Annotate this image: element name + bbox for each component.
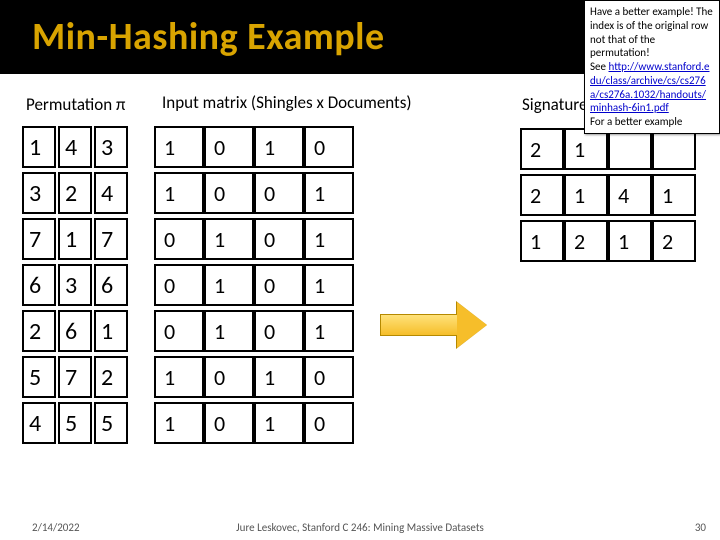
table-row: 1 0 1 0 [154,402,354,444]
note-text-1: Have a better example! The index is of t… [590,5,713,59]
input-cell: 0 [154,310,204,352]
sig-cell: 2 [652,220,696,262]
input-cell: 0 [304,402,354,444]
input-cell: 0 [304,126,354,168]
input-cell: 1 [204,310,254,352]
input-cell: 1 [154,126,204,168]
perm-cell: 2 [22,310,56,352]
sig-cell: 2 [564,220,608,262]
input-cell: 0 [254,218,304,260]
table-row: 1 2 1 2 [520,220,696,262]
input-cell: 0 [204,356,254,398]
footer-page-number: 30 [695,521,706,534]
note-text-3: For a better example [590,115,682,128]
sig-cell: 1 [520,220,564,262]
perm-cell: 3 [58,264,92,306]
signature-matrix-table: 2 1 2 1 4 1 1 2 1 2 [520,124,696,266]
input-cell: 0 [154,218,204,260]
perm-cell: 7 [22,218,56,260]
sig-cell [608,128,652,170]
table-row: 1 0 1 0 [154,126,354,168]
input-cell: 1 [204,264,254,306]
perm-cell: 3 [22,172,56,214]
perm-cell: 7 [58,356,92,398]
input-cell: 1 [154,356,204,398]
input-cell: 1 [304,310,354,352]
sig-cell: 1 [564,174,608,216]
perm-cell: 6 [94,264,128,306]
input-cell: 0 [154,264,204,306]
input-cell: 0 [254,310,304,352]
perm-cell: 5 [94,402,128,444]
sig-cell: 1 [652,174,696,216]
table-row: 1 0 1 0 [154,356,354,398]
note-link[interactable]: http://www.stanford.edu/class/archive/cs… [590,60,710,114]
sig-cell: 2 [520,128,564,170]
perm-cell: 2 [94,356,128,398]
sig-cell: 1 [564,128,608,170]
comment-note: Have a better example! The index is of t… [584,0,720,134]
table-row: 1 0 0 1 [154,172,354,214]
input-cell: 1 [304,172,354,214]
input-matrix-table: 1 0 1 0 1 0 0 1 0 1 0 1 0 1 0 1 [154,122,354,448]
perm-col-1: 4 2 1 3 6 7 5 [58,122,92,448]
label-input-matrix: Input matrix (Shingles x Documents) [162,92,412,113]
input-cell: 0 [304,356,354,398]
table-row: 2 1 4 1 [520,174,696,216]
perm-cell: 5 [22,356,56,398]
input-cell: 1 [254,402,304,444]
table-row: 0 1 0 1 [154,218,354,260]
input-cell: 1 [254,356,304,398]
perm-col-0: 1 3 7 6 2 5 4 [22,122,56,448]
input-cell: 0 [204,402,254,444]
sig-cell: 2 [520,174,564,216]
perm-cell: 4 [94,172,128,214]
sig-cell [652,128,696,170]
permutation-columns: 1 3 7 6 2 5 4 4 2 1 3 6 7 5 3 4 7 6 [22,122,128,448]
input-cell: 1 [154,172,204,214]
arrow-icon [380,302,490,348]
perm-cell: 2 [58,172,92,214]
perm-col-2: 3 4 7 6 1 2 5 [94,122,128,448]
table-row: 0 1 0 1 [154,264,354,306]
input-cell: 0 [204,172,254,214]
input-cell: 0 [204,126,254,168]
table-row: 2 1 [520,128,696,170]
perm-cell: 7 [94,218,128,260]
input-cell: 1 [254,126,304,168]
perm-cell: 5 [58,402,92,444]
footer-credit: Jure Leskovec, Stanford C 246: Mining Ma… [0,521,720,534]
perm-cell: 4 [22,402,56,444]
perm-cell: 3 [94,126,128,168]
input-cell: 1 [304,218,354,260]
input-cell: 1 [154,402,204,444]
perm-cell: 4 [58,126,92,168]
input-cell: 1 [304,264,354,306]
perm-cell: 6 [22,264,56,306]
note-text-2: See [590,60,606,73]
sig-cell: 4 [608,174,652,216]
sig-cell: 1 [608,220,652,262]
input-cell: 0 [254,264,304,306]
perm-cell: 1 [94,310,128,352]
perm-cell: 6 [58,310,92,352]
label-permutation: Permutation π [26,94,125,115]
input-cell: 1 [204,218,254,260]
perm-cell: 1 [58,218,92,260]
table-row: 0 1 0 1 [154,310,354,352]
perm-cell: 1 [22,126,56,168]
input-cell: 0 [254,172,304,214]
